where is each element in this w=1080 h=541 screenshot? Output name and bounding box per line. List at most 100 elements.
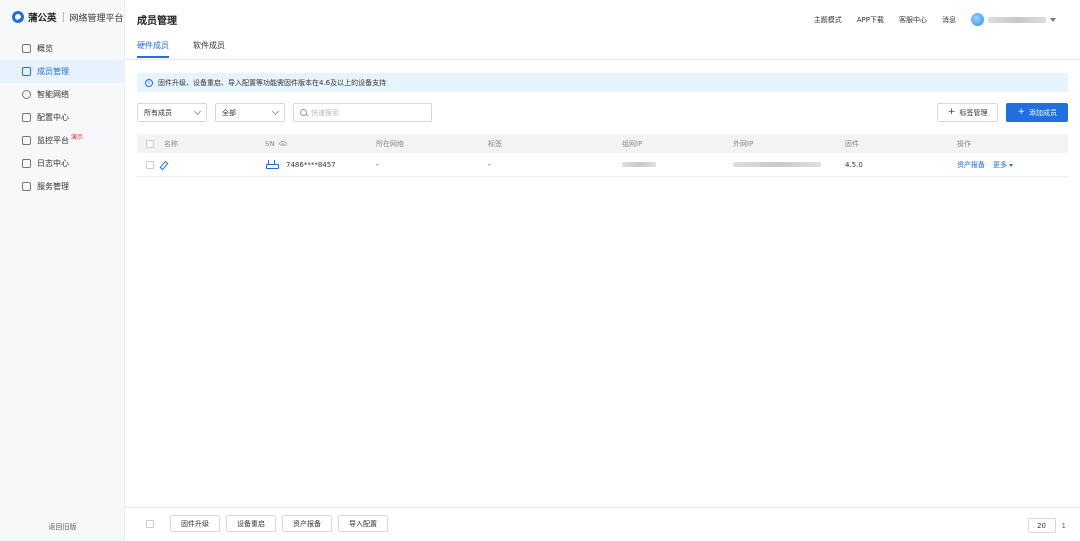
app-download-link[interactable]: APP下载 [857, 15, 884, 25]
table-header: 名称 SN 所在网络 标签 组网IP 外网IP 固件 操作 [137, 134, 1068, 153]
tag-manage-button[interactable]: + 标签管理 [936, 103, 999, 122]
row-actions: 资产报备 更多 [957, 160, 1013, 170]
select-all-checkbox[interactable] [146, 139, 154, 148]
column-tag: 标签 [488, 139, 502, 148]
table-row: 7486****8457 - - 4.5.0 资产报备 更多 [137, 153, 1068, 177]
search-input[interactable] [311, 108, 421, 117]
more-label: 更多 [993, 160, 1007, 169]
eye-icon[interactable] [278, 141, 287, 146]
firmware-upgrade-button[interactable]: 固件升级 [170, 515, 220, 532]
bulk-select-checkbox[interactable] [146, 519, 154, 528]
bulk-actions: 固件升级 设备重启 资产报备 导入配置 [146, 515, 388, 532]
status-filter-select[interactable]: 全部 [215, 103, 285, 122]
theme-mode-link[interactable]: 主题模式 [814, 15, 842, 25]
network-cell: - [376, 160, 379, 169]
brand-subtitle: 网络管理平台 [69, 13, 124, 24]
avatar [971, 13, 984, 26]
sidebar-item-members[interactable]: 成员管理 [0, 60, 125, 83]
member-tabs: 硬件成员 软件成员 [137, 40, 225, 58]
sidebar-item-label: 日志中心 [37, 159, 69, 168]
plus-icon: + [947, 107, 956, 117]
column-sn-label: SN [265, 139, 275, 148]
search-box[interactable] [293, 103, 432, 122]
chevron-down-icon [193, 107, 202, 115]
column-actions: 操作 [957, 139, 971, 148]
monitor-icon [22, 136, 31, 145]
row-checkbox[interactable] [146, 160, 154, 169]
column-name: 名称 [164, 139, 178, 148]
firmware-cell: 4.5.0 [845, 160, 863, 169]
notice-text: 固件升级、设备重启、导入配置等功能需固件版本在4.6及以上的设备支持 [158, 78, 387, 87]
tag-manage-label: 标签管理 [959, 108, 988, 117]
sn-cell: 7486****8457 [266, 160, 336, 169]
home-icon [22, 44, 31, 53]
column-firmware: 固件 [845, 139, 859, 148]
service-icon [22, 182, 31, 191]
tab-hardware-members[interactable]: 硬件成员 [137, 40, 169, 58]
page-size-select[interactable]: 20 [1027, 518, 1056, 533]
router-icon [266, 160, 279, 169]
layers-icon [22, 67, 31, 76]
add-member-label: 添加成员 [1029, 108, 1057, 117]
column-network: 所在网络 [376, 139, 404, 148]
member-filter-select[interactable]: 所有成员 [137, 103, 207, 122]
sidebar-item-label: 服务管理 [37, 182, 69, 191]
sidebar-item-logs[interactable]: 日志中心 [0, 152, 125, 175]
sidebar-item-label: 监控平台 [37, 136, 69, 145]
action-bar: + 标签管理 + 添加成员 [936, 103, 1068, 122]
back-to-old-version-link[interactable]: 返回旧版 [0, 522, 125, 532]
caret-down-icon [1009, 163, 1013, 167]
current-page[interactable]: 1 [1062, 522, 1066, 530]
sidebar-item-services[interactable]: 服务管理 [0, 175, 125, 198]
brand-divider [62, 12, 64, 22]
plus-icon: + [1017, 107, 1025, 117]
search-icon [300, 109, 307, 116]
brand[interactable]: 蒲公英 网络管理平台 [12, 10, 124, 24]
sidebar-item-label: 智能网络 [37, 90, 69, 99]
messages-link[interactable]: 消息 [942, 15, 956, 25]
network-icon [22, 90, 31, 99]
log-icon [22, 159, 31, 168]
main-content: i 固件升级、设备重启、导入配置等功能需固件版本在4.6及以上的设备支持 所有成… [125, 60, 1080, 507]
pgy-logo-icon [12, 11, 24, 23]
support-center-link[interactable]: 客服中心 [899, 15, 927, 25]
sidebar: 蒲公英 网络管理平台 概览 成员管理 智能网络 配置中心 监控平台 演示 日志中… [0, 0, 125, 541]
sidebar-nav: 概览 成员管理 智能网络 配置中心 监控平台 演示 日志中心 服务管理 [0, 37, 125, 198]
lan-ip-redacted [622, 162, 656, 167]
sidebar-item-smart-network[interactable]: 智能网络 [0, 83, 125, 106]
asset-report-button[interactable]: 资产报备 [282, 515, 332, 532]
tag-cell: - [488, 160, 491, 169]
user-menu[interactable] [971, 13, 1056, 26]
top-nav: 主题模式 APP下载 客服中心 消息 [814, 13, 1056, 26]
pagination: 20 1 [1027, 518, 1066, 533]
sidebar-item-monitor[interactable]: 监控平台 演示 [0, 129, 125, 152]
brand-name: 蒲公英 [28, 13, 57, 24]
column-lan-ip: 组网IP [622, 139, 643, 148]
add-member-button[interactable]: + 添加成员 [1006, 103, 1068, 122]
edit-name-icon[interactable] [159, 161, 166, 168]
chevron-down-icon [271, 107, 280, 115]
header: 成员管理 硬件成员 软件成员 主题模式 APP下载 客服中心 消息 [125, 0, 1080, 60]
sidebar-item-label: 成员管理 [37, 67, 69, 76]
filter-bar: 所有成员 全部 [137, 103, 432, 122]
tab-software-members[interactable]: 软件成员 [193, 40, 225, 57]
column-wan-ip: 外网IP [733, 139, 754, 148]
bulk-action-bar: 固件升级 设备重启 资产报备 导入配置 20 1 [125, 507, 1080, 541]
members-table: 名称 SN 所在网络 标签 组网IP 外网IP 固件 操作 7486****84… [137, 134, 1068, 177]
asset-report-link[interactable]: 资产报备 [957, 160, 985, 170]
import-config-button[interactable]: 导入配置 [338, 515, 388, 532]
more-actions-link[interactable]: 更多 [993, 160, 1013, 170]
firmware-notice: i 固件升级、设备重启、导入配置等功能需固件版本在4.6及以上的设备支持 [137, 73, 1068, 92]
sidebar-item-label: 配置中心 [37, 113, 69, 122]
username-redacted [988, 16, 1046, 23]
sidebar-item-config-center[interactable]: 配置中心 [0, 106, 125, 129]
sidebar-item-overview[interactable]: 概览 [0, 37, 125, 60]
status-filter-value: 全部 [222, 108, 236, 117]
demo-badge: 演示 [71, 134, 84, 141]
wan-ip-redacted [733, 162, 821, 167]
column-sn[interactable]: SN [265, 140, 287, 148]
info-icon: i [145, 78, 153, 87]
device-restart-button[interactable]: 设备重启 [226, 515, 276, 532]
chevron-down-icon [1050, 17, 1056, 22]
grid-icon [22, 113, 31, 122]
